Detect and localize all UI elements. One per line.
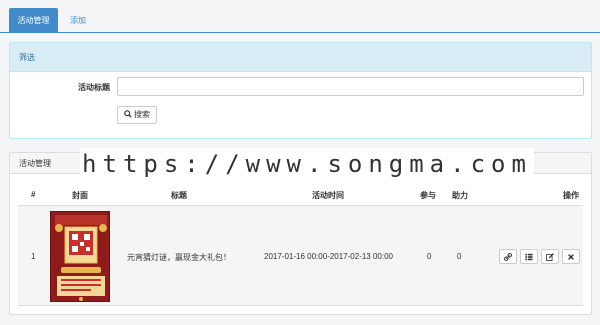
edit-icon bbox=[546, 252, 554, 261]
search-icon bbox=[124, 110, 132, 118]
row-time: 2017-01-16 00:00-2017-02-13 00:00 bbox=[264, 252, 393, 261]
search-button-label: 搜索 bbox=[134, 110, 150, 119]
list-icon bbox=[525, 253, 533, 260]
delete-button[interactable] bbox=[562, 249, 580, 264]
edit-button[interactable] bbox=[541, 249, 559, 264]
row-title: 元宵猜灯谜，赢现金大礼包！ bbox=[127, 253, 231, 262]
activity-title-input[interactable] bbox=[117, 77, 584, 96]
column-header-cover: 封面 bbox=[72, 191, 88, 200]
row-boosts: 0 bbox=[457, 252, 462, 261]
tab-add[interactable]: 添加 bbox=[60, 8, 96, 33]
cover-image[interactable] bbox=[50, 211, 110, 302]
column-header-boosts: 助力 bbox=[452, 191, 468, 200]
link-icon bbox=[504, 252, 512, 261]
row-participants: 0 bbox=[427, 252, 432, 261]
column-header-participants: 参与 bbox=[420, 191, 436, 200]
cover-poster-graphic bbox=[51, 212, 109, 301]
tab-bar: 活动管理 添加 bbox=[0, 0, 600, 33]
column-header-index: # bbox=[31, 190, 36, 199]
row-index: 1 bbox=[31, 252, 36, 261]
search-button[interactable]: 搜索 bbox=[117, 106, 157, 124]
column-header-time: 活动时间 bbox=[312, 191, 344, 200]
filter-panel: 筛选 活动标题 搜索 bbox=[9, 42, 592, 139]
close-icon bbox=[568, 253, 574, 260]
copy-link-button[interactable] bbox=[499, 249, 517, 264]
filter-heading: 筛选 bbox=[10, 43, 591, 72]
column-header-title: 标题 bbox=[171, 191, 187, 200]
column-header-actions: 操作 bbox=[563, 191, 579, 200]
watermark: https://www.songma.com bbox=[80, 148, 534, 180]
activity-title-label: 活动标题 bbox=[78, 83, 110, 92]
view-list-button[interactable] bbox=[520, 249, 538, 264]
tab-activity-management[interactable]: 活动管理 bbox=[9, 8, 58, 33]
